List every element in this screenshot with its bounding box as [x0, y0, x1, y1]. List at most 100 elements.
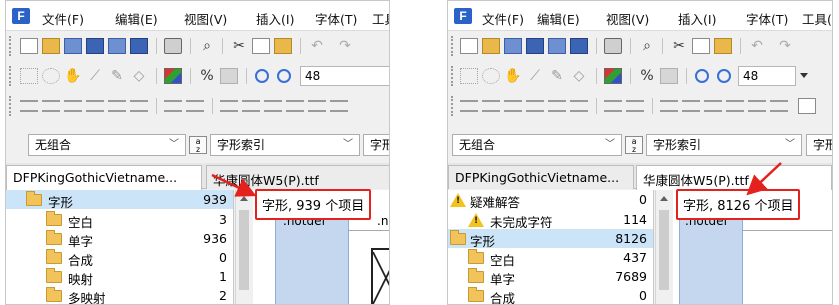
find-icon[interactable]: ⌕ — [638, 38, 656, 54]
undo-icon[interactable]: ↶ — [308, 38, 326, 54]
scroll-thumb[interactable] — [659, 210, 669, 290]
scroll-thumb[interactable] — [239, 210, 249, 290]
zoom-dropdown-chevron-icon[interactable] — [800, 73, 808, 78]
rotate-icon[interactable] — [704, 100, 722, 112]
tab-huakang-yuanti[interactable]: 华康圆体W5(P).ttf — [636, 165, 832, 190]
image-icon[interactable] — [220, 68, 238, 84]
flip-horizontal-icon[interactable] — [660, 100, 678, 112]
tree-item-multi-mapped[interactable]: 多映射 2 — [6, 286, 233, 304]
skew-icon[interactable] — [286, 100, 304, 112]
tab-dfpkinggothic[interactable]: DFPKingGothicVietname... — [448, 165, 634, 189]
tree-item-troubleshoot[interactable]: ! 疑难解答 0 — [448, 190, 653, 210]
align-middle-icon[interactable] — [548, 100, 566, 112]
percent-icon[interactable]: % — [198, 68, 216, 84]
align-bottom-icon[interactable] — [130, 100, 148, 112]
toolbar-grip[interactable] — [9, 66, 13, 86]
tree-item-glyphs[interactable]: 字形 8126 — [448, 229, 653, 249]
align-left-icon[interactable] — [460, 100, 478, 112]
paste-icon[interactable] — [274, 38, 292, 54]
toolbar-grip[interactable] — [9, 96, 13, 116]
menu-tools[interactable]: 工具(L) — [372, 9, 389, 28]
zoom-in-icon[interactable] — [255, 69, 269, 83]
scroll-up-icon[interactable] — [240, 196, 248, 201]
save-all-icon[interactable] — [108, 38, 126, 54]
tree-item-mapped[interactable]: 映射 1 — [6, 267, 233, 287]
save-icon[interactable] — [86, 38, 104, 54]
distribute-vertical-icon[interactable] — [626, 100, 644, 112]
toolbar-grip[interactable] — [451, 96, 455, 116]
measure-tool-icon[interactable]: ⟋ — [86, 68, 104, 84]
align-left-icon[interactable] — [20, 100, 38, 112]
flip-horizontal-icon[interactable] — [220, 100, 238, 112]
menu-view[interactable]: 视图(V) — [606, 9, 649, 28]
index-select[interactable]: 字形索引 ﹀ — [646, 134, 802, 156]
pen-tool-icon[interactable]: ✎ — [108, 68, 126, 84]
tree-item-simple[interactable]: 单字 7689 — [448, 267, 653, 287]
tree-scrollbar[interactable] — [655, 190, 672, 304]
distribute-icon[interactable] — [164, 100, 182, 112]
color-picker-icon[interactable] — [164, 68, 182, 84]
tree-item-composite[interactable]: 合成 0 — [6, 248, 233, 268]
zoom-out-icon[interactable] — [277, 69, 291, 83]
menu-insert[interactable]: 插入(I) — [256, 9, 294, 28]
align-top-icon[interactable] — [86, 100, 104, 112]
tab-dfpkinggothic[interactable]: DFPKingGothicVietname... — [6, 165, 202, 190]
align-center-icon[interactable] — [482, 100, 500, 112]
menu-edit[interactable]: 编辑(E) — [537, 9, 580, 28]
menu-tools[interactable]: 工具(L) — [802, 9, 832, 28]
hand-tool-icon[interactable]: ✋ — [64, 68, 82, 84]
tree-item-simple[interactable]: 单字 936 — [6, 229, 233, 249]
group-select[interactable]: 无组合 ﹀ — [28, 134, 186, 156]
redo-icon[interactable]: ↷ — [776, 38, 794, 54]
menu-insert[interactable]: 插入(I) — [678, 9, 716, 28]
tree-scrollbar[interactable] — [235, 190, 252, 304]
scale-icon[interactable] — [748, 100, 766, 112]
merge-icon[interactable] — [330, 100, 348, 112]
copy-icon[interactable] — [692, 38, 710, 54]
flip-vertical-icon[interactable] — [682, 100, 700, 112]
distribute-vertical-icon[interactable] — [186, 100, 204, 112]
menu-font[interactable]: 字体(T) — [315, 9, 357, 28]
index-select[interactable]: 字形索引 ﹀ — [210, 134, 360, 156]
export-icon[interactable] — [64, 38, 82, 54]
index-select-secondary[interactable]: 字形 — [363, 134, 389, 156]
tree-item-glyphs[interactable]: 字形 939 — [6, 190, 233, 210]
lasso-tool-icon[interactable] — [482, 68, 500, 84]
toolbar-grip[interactable] — [451, 36, 455, 56]
color-picker-icon[interactable] — [604, 68, 622, 84]
save-icon[interactable] — [526, 38, 544, 54]
copy-icon[interactable] — [252, 38, 270, 54]
index-select-secondary[interactable]: 字形 — [806, 134, 832, 156]
cut-icon[interactable]: ✂ — [670, 38, 688, 54]
measure-tool-icon[interactable]: ⟋ — [526, 68, 544, 84]
open-folder-icon[interactable] — [42, 38, 60, 54]
image-icon[interactable] — [660, 68, 678, 84]
undo-icon[interactable]: ↶ — [748, 38, 766, 54]
toolbar-grip[interactable] — [9, 36, 13, 56]
save-all-icon[interactable] — [548, 38, 566, 54]
tree-item-blank[interactable]: 空白 3 — [6, 210, 233, 230]
tree-item-blank[interactable]: 空白 437 — [448, 248, 653, 268]
redo-icon[interactable]: ↷ — [336, 38, 354, 54]
print-icon[interactable] — [164, 38, 182, 54]
properties-icon[interactable] — [798, 98, 816, 114]
scale-icon[interactable] — [308, 100, 326, 112]
skew-icon[interactable] — [726, 100, 744, 112]
menu-view[interactable]: 视图(V) — [184, 9, 227, 28]
toolbar-grip[interactable] — [451, 66, 455, 86]
menu-file[interactable]: 文件(F) — [42, 9, 84, 28]
tab-huakang-yuanti[interactable]: 华康圆体W5(P).ttf — [206, 165, 389, 189]
print-icon[interactable] — [604, 38, 622, 54]
select-tool-icon[interactable] — [20, 68, 38, 84]
align-top-icon[interactable] — [526, 100, 544, 112]
find-icon[interactable]: ⌕ — [198, 38, 216, 54]
eraser-tool-icon[interactable]: ◇ — [570, 68, 588, 84]
zoom-in-icon[interactable] — [695, 69, 709, 83]
zoom-level-input[interactable]: 48 — [300, 66, 389, 86]
notdef-glyph-preview[interactable] — [371, 248, 390, 305]
sort-az-icon[interactable]: az — [189, 136, 207, 154]
hand-tool-icon[interactable]: ✋ — [504, 68, 522, 84]
lasso-tool-icon[interactable] — [42, 68, 60, 84]
cut-icon[interactable]: ✂ — [230, 38, 248, 54]
export-icon[interactable] — [504, 38, 522, 54]
